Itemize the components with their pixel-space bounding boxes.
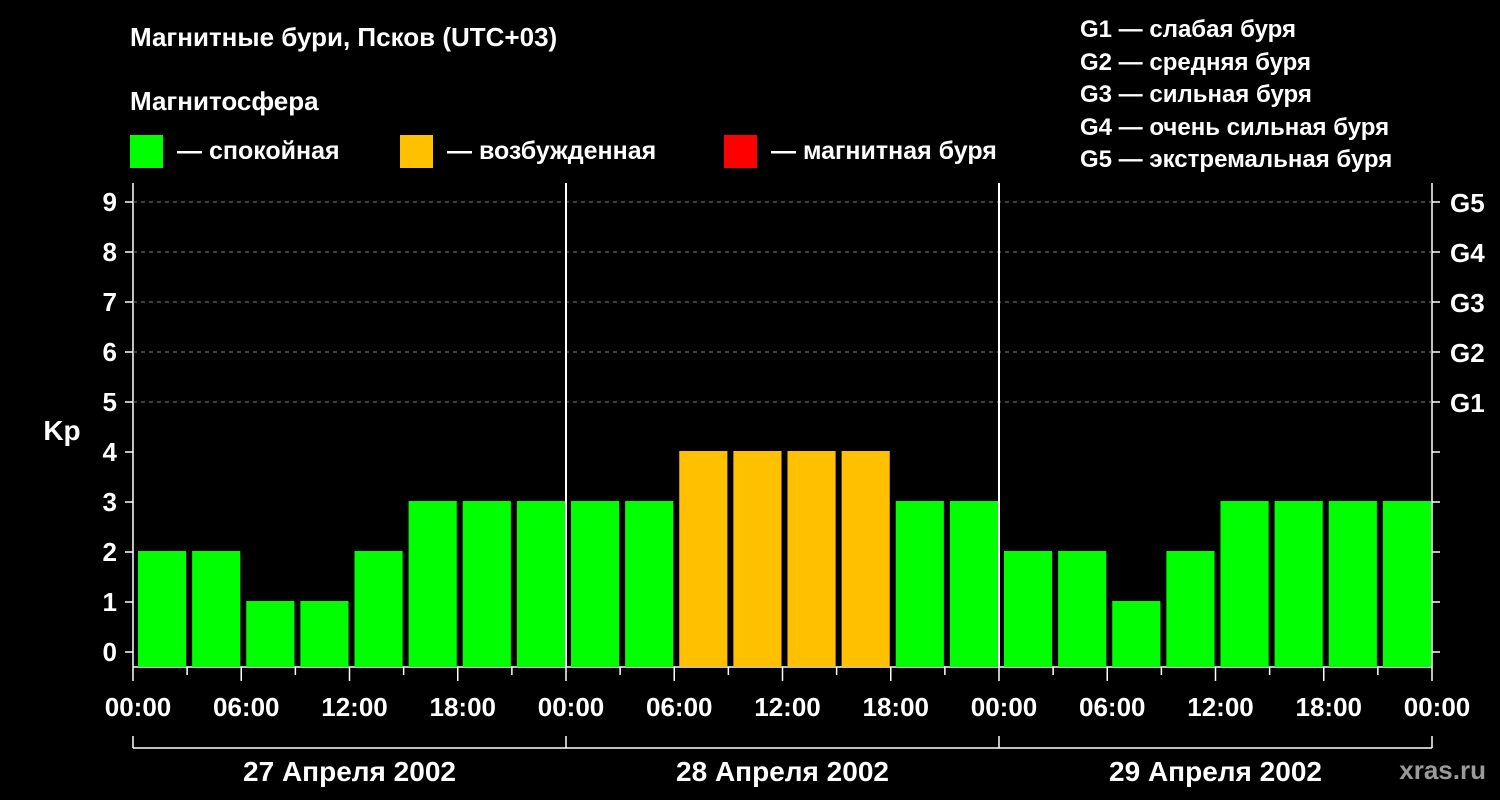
bar	[1274, 501, 1323, 667]
bar	[138, 551, 187, 667]
kp-bar-chart: 0 1 2 3 4 5 6 7 8 9 G1 G2 G3 G4 G5 Kp 00:00 06:00 12:00 18:…	[43, 183, 1485, 787]
x-tick-label: 12:00	[754, 692, 821, 722]
bar	[462, 501, 511, 667]
bar	[949, 501, 998, 667]
x-tick-label: 12:00	[1187, 692, 1254, 722]
y-tick-label: 4	[103, 437, 118, 467]
y-tick-label: 1	[103, 587, 117, 617]
y-tick-label: 5	[103, 387, 117, 417]
bar	[246, 601, 295, 667]
bar	[787, 451, 836, 667]
bar	[1058, 551, 1107, 667]
day-label: 29 Апреля 2002	[1109, 756, 1322, 787]
y-tick-label: 2	[103, 537, 117, 567]
day-label: 28 Апреля 2002	[676, 756, 889, 787]
bar	[571, 501, 620, 667]
y-tick-label: 8	[103, 237, 117, 267]
bar	[408, 501, 457, 667]
x-tick-label: 18:00	[1296, 692, 1363, 722]
bar	[1166, 551, 1215, 667]
bar	[300, 601, 349, 667]
bar	[516, 501, 565, 667]
bar	[1328, 501, 1377, 667]
g-level-label: G1	[1450, 388, 1485, 418]
bar	[733, 451, 782, 667]
g-level-label: G4	[1450, 238, 1485, 268]
y-axis-label: Kp	[43, 415, 80, 446]
x-tick-label: 00:00	[1404, 692, 1471, 722]
g-level-label: G2	[1450, 338, 1485, 368]
x-tick-label: 18:00	[430, 692, 497, 722]
x-tick-label: 06:00	[213, 692, 280, 722]
y-tick-label: 3	[103, 487, 117, 517]
x-tick-label: 00:00	[538, 692, 605, 722]
x-tick-label: 06:00	[646, 692, 713, 722]
bar	[1220, 501, 1269, 667]
bar	[192, 551, 241, 667]
bar	[354, 551, 403, 667]
y-tick-label: 0	[103, 637, 117, 667]
bar	[1004, 551, 1053, 667]
bar	[841, 451, 890, 667]
bar	[1382, 501, 1431, 667]
bar	[895, 501, 944, 667]
bar	[679, 451, 728, 667]
x-tick-label: 00:00	[971, 692, 1038, 722]
x-tick-label: 00:00	[105, 692, 172, 722]
bar	[1112, 601, 1161, 667]
x-tick-label: 18:00	[863, 692, 930, 722]
y-tick-label: 9	[103, 187, 117, 217]
watermark: xras.ru	[1399, 755, 1486, 785]
x-tick-label: 06:00	[1079, 692, 1146, 722]
g-level-label: G3	[1450, 288, 1485, 318]
y-tick-label: 7	[103, 287, 117, 317]
g-level-label: G5	[1450, 188, 1485, 218]
bar	[625, 501, 674, 667]
day-label: 27 Апреля 2002	[243, 756, 456, 787]
x-tick-label: 12:00	[321, 692, 388, 722]
y-tick-label: 6	[103, 337, 117, 367]
